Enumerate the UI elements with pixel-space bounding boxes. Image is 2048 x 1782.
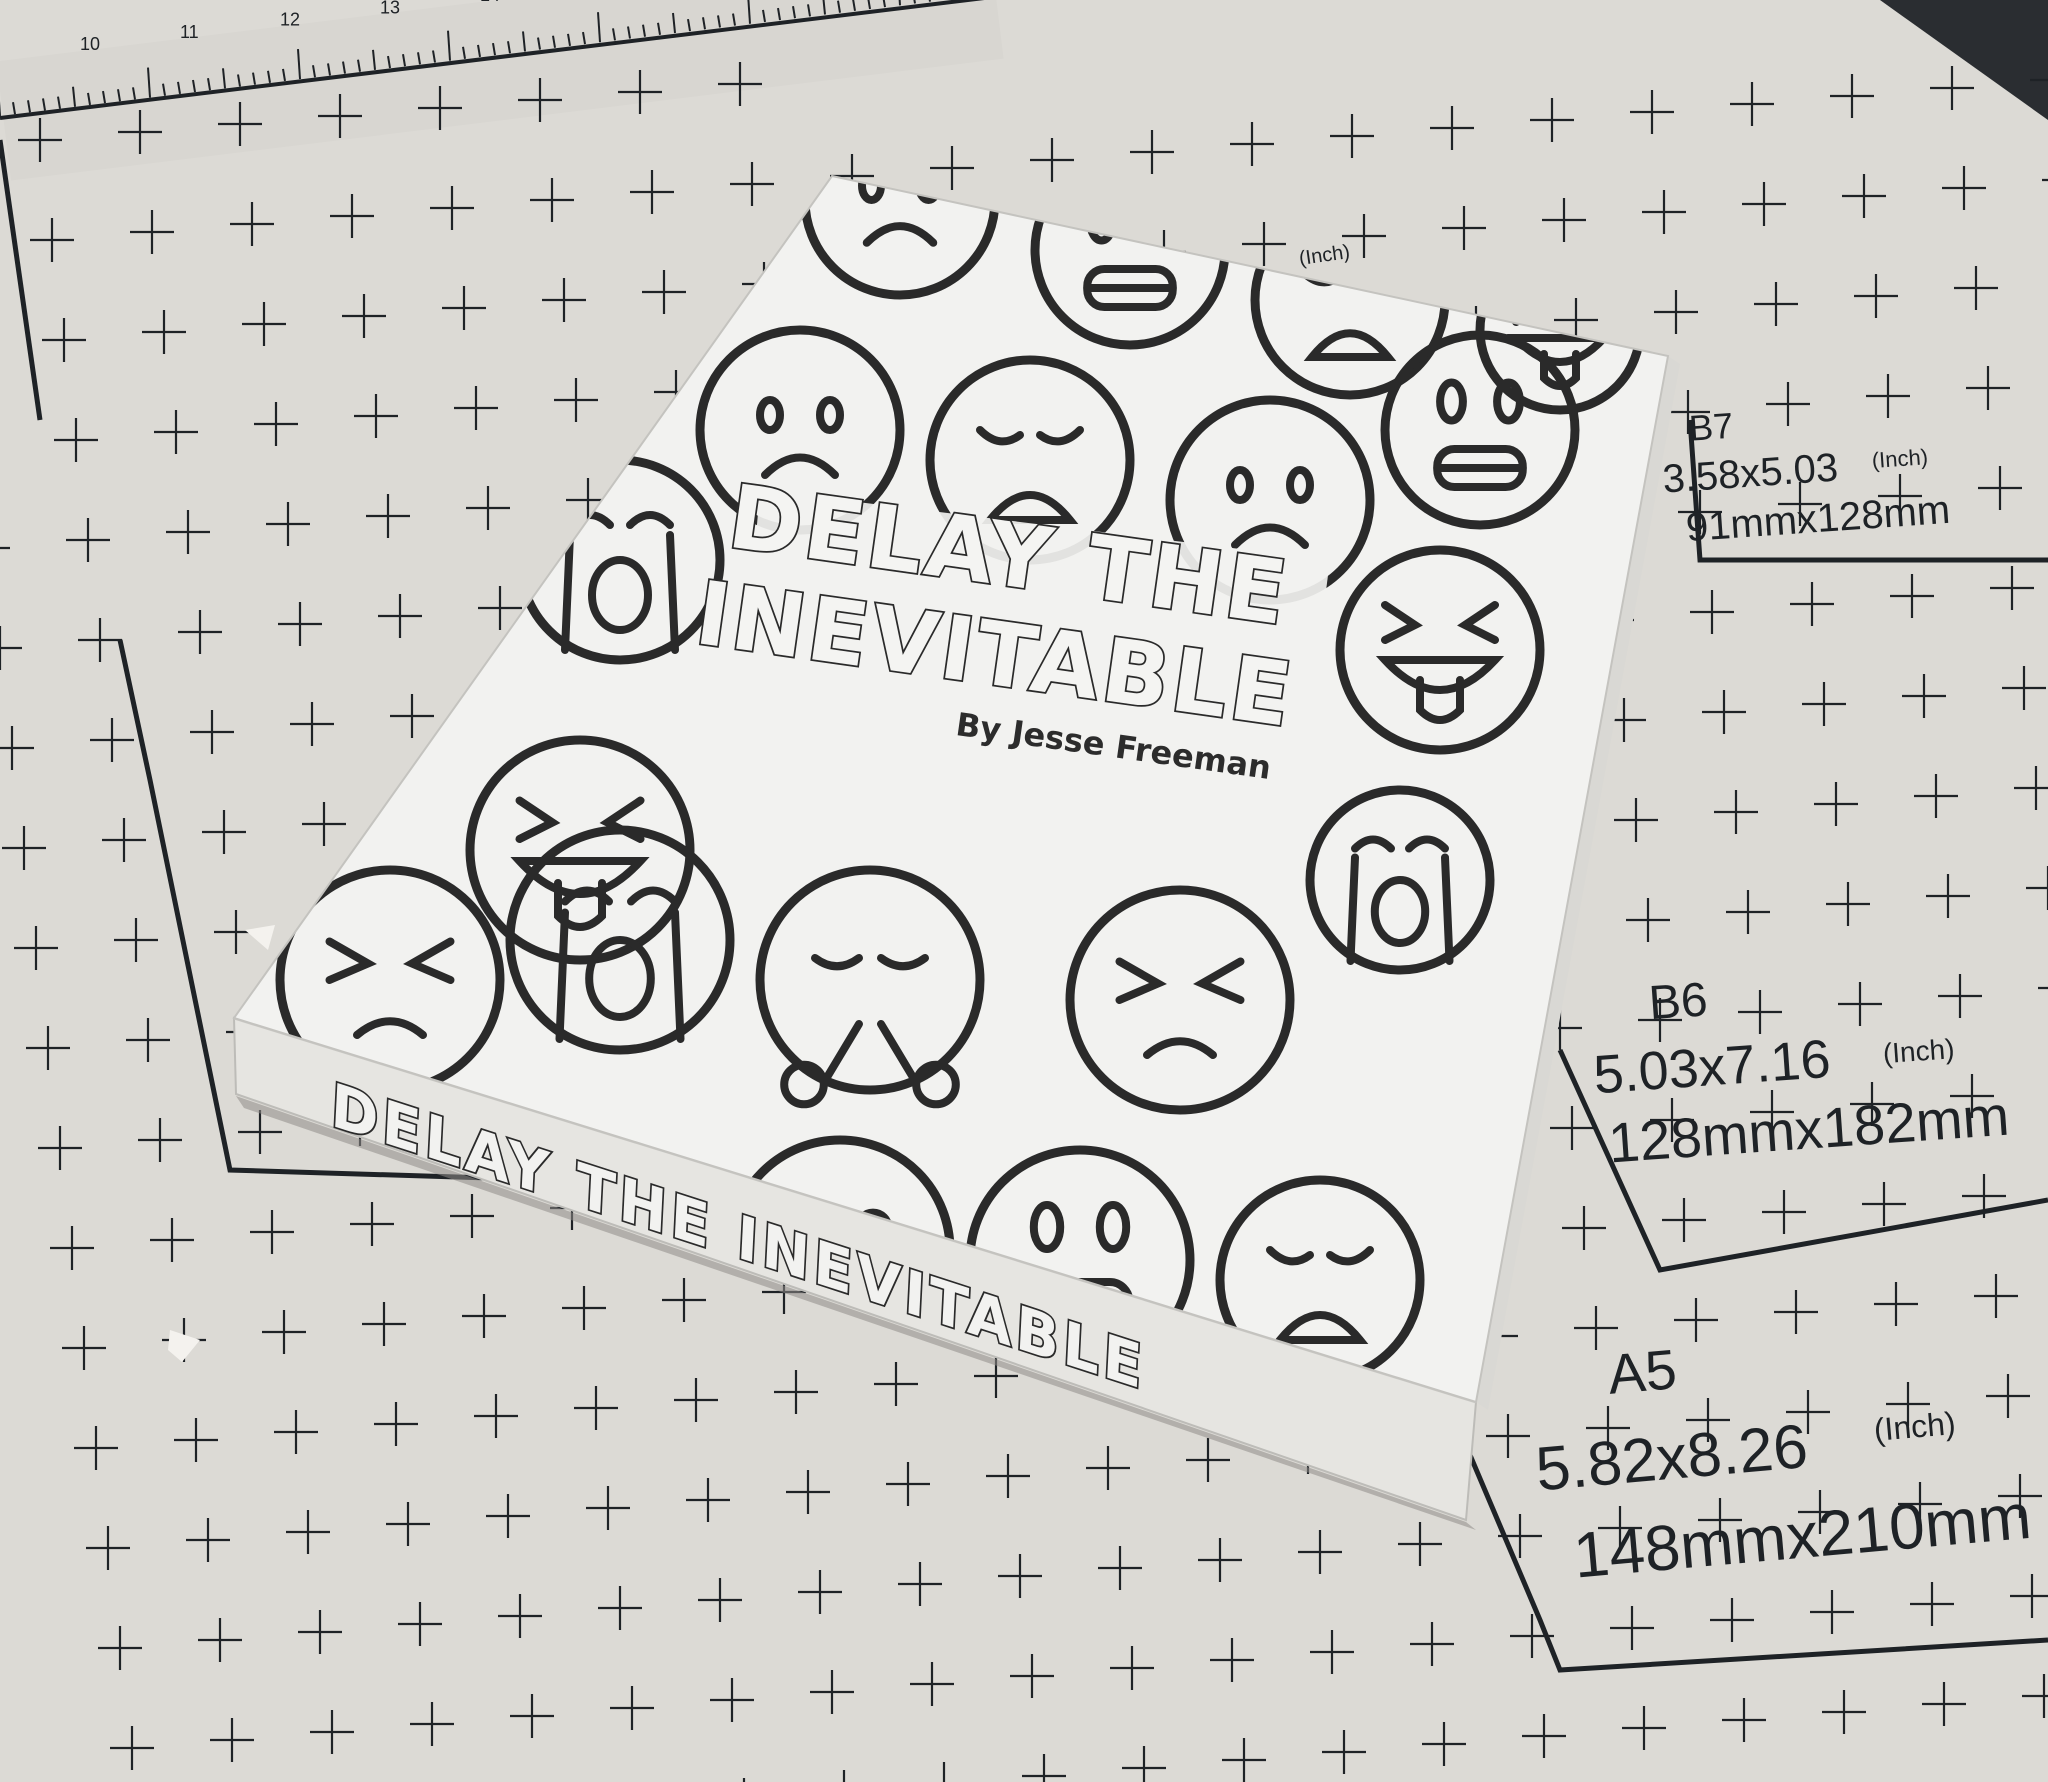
b6-size-label: B6	[1647, 973, 1709, 1030]
photo-scene: 10111213141516171819 B7 3.58x5.03 (Inch)…	[0, 0, 2048, 1782]
ruler-number: 14	[480, 0, 500, 5]
b7-size-label: B7	[1688, 405, 1735, 449]
ruler-number: 13	[380, 0, 400, 17]
ruler-number: 11	[180, 22, 199, 42]
ruler-number: 10	[80, 34, 100, 54]
b7-unit-label: (Inch)	[1871, 444, 1929, 473]
a5-unit-label: (Inch)	[1872, 1405, 1957, 1448]
b6-unit-label: (Inch)	[1882, 1033, 1956, 1069]
a5-size-label: A5	[1605, 1337, 1679, 1406]
ruler-number: 12	[280, 10, 300, 30]
